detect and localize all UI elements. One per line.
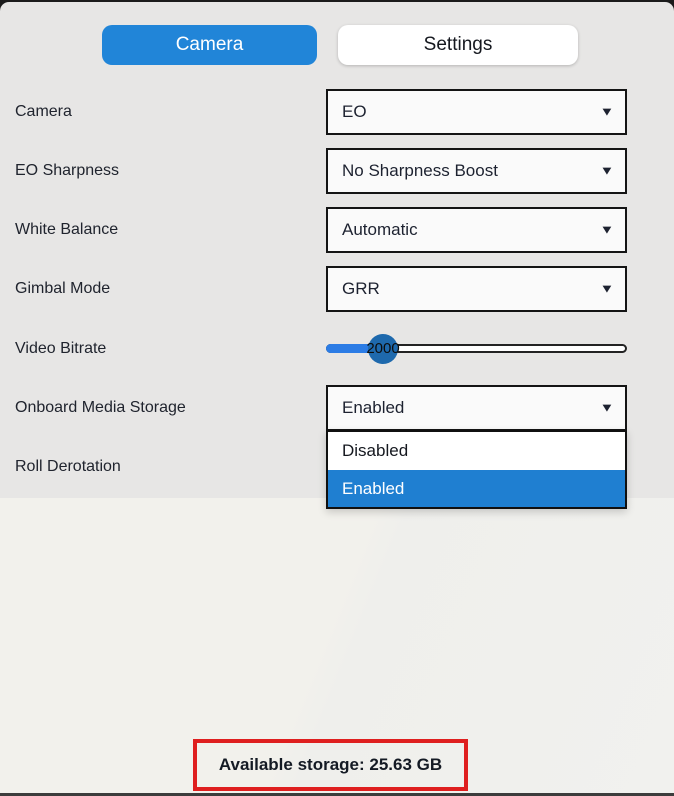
onboard-media-storage-label: Onboard Media Storage xyxy=(15,399,186,417)
camera-select[interactable]: EO ▼ xyxy=(326,89,627,135)
tab-camera-label: Camera xyxy=(176,34,244,56)
available-storage-highlight-box: Available storage: 25.63 GB xyxy=(193,739,468,791)
row-onboard-media-storage: Onboard Media Storage Enabled ▼ xyxy=(0,385,674,431)
chevron-down-icon: ▼ xyxy=(600,222,615,236)
eo-sharpness-select-value: No Sharpness Boost xyxy=(342,161,498,181)
row-gimbal-mode: Gimbal Mode GRR ▼ xyxy=(0,266,674,312)
camera-label: Camera xyxy=(15,103,72,121)
tab-camera[interactable]: Camera xyxy=(102,25,317,65)
gimbal-mode-select[interactable]: GRR ▼ xyxy=(326,266,627,312)
option-disabled-label: Disabled xyxy=(342,441,408,461)
row-camera: Camera EO ▼ xyxy=(0,89,674,135)
white-balance-label: White Balance xyxy=(15,221,118,239)
tab-settings-label: Settings xyxy=(424,34,493,56)
onboard-media-storage-select-value: Enabled xyxy=(342,398,404,418)
roll-derotation-label: Roll Derotation xyxy=(15,458,121,476)
gimbal-mode-select-value: GRR xyxy=(342,279,380,299)
eo-sharpness-select[interactable]: No Sharpness Boost ▼ xyxy=(326,148,627,194)
tab-settings[interactable]: Settings xyxy=(338,25,578,65)
chevron-down-icon: ▼ xyxy=(600,104,615,118)
onboard-media-storage-dropdown-menu: Disabled Enabled xyxy=(326,430,627,509)
camera-select-value: EO xyxy=(342,102,367,122)
row-white-balance: White Balance Automatic ▼ xyxy=(0,207,674,253)
option-enabled-label: Enabled xyxy=(342,479,404,499)
video-bitrate-value: 2000 xyxy=(360,340,406,357)
chevron-down-icon: ▼ xyxy=(600,163,615,177)
eo-sharpness-label: EO Sharpness xyxy=(15,162,119,180)
onboard-media-storage-select[interactable]: Enabled ▼ xyxy=(326,385,627,431)
row-eo-sharpness: EO Sharpness No Sharpness Boost ▼ xyxy=(0,148,674,194)
chevron-down-icon: ▼ xyxy=(600,400,615,414)
video-bitrate-label: Video Bitrate xyxy=(15,340,106,358)
chevron-down-icon: ▼ xyxy=(600,281,615,295)
option-enabled[interactable]: Enabled xyxy=(328,470,625,507)
white-balance-select-value: Automatic xyxy=(342,220,418,240)
gimbal-mode-label: Gimbal Mode xyxy=(15,280,110,298)
available-storage-text: Available storage: 25.63 GB xyxy=(219,755,442,775)
white-balance-select[interactable]: Automatic ▼ xyxy=(326,207,627,253)
option-disabled[interactable]: Disabled xyxy=(328,432,625,470)
